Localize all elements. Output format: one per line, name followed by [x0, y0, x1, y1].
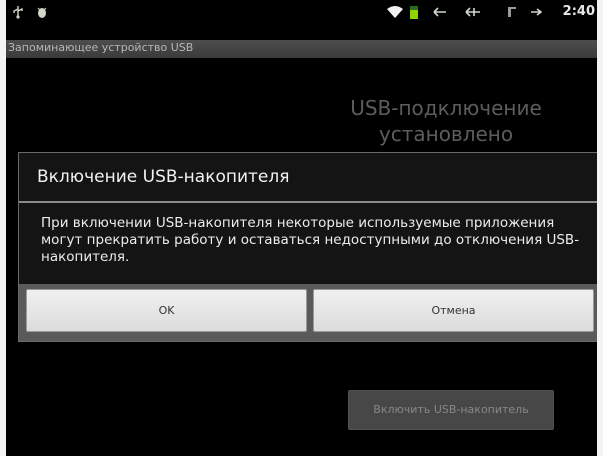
device-screen: 2:40 Запоминающее устройство USB USB-под…: [6, 0, 597, 456]
bug-icon: [37, 7, 47, 18]
cancel-button[interactable]: Отмена: [313, 289, 594, 332]
arrow-right-icon: [531, 8, 542, 16]
signal-icon: [508, 7, 516, 17]
arrow-left-icon: [433, 7, 446, 17]
wifi-icon: [387, 6, 403, 18]
status-bar: 2:40: [6, 0, 597, 24]
clock: 2:40: [562, 4, 595, 19]
usb-icon: [13, 6, 23, 19]
arrow-double-icon: [465, 7, 480, 17]
dialog-button-bar: OK Отмена: [19, 284, 597, 341]
title-bar: Запоминающее устройство USB: [6, 40, 597, 58]
battery-icon: [410, 6, 418, 19]
enable-usb-dialog: Включение USB-накопителя При включении U…: [18, 152, 597, 342]
dialog-title: Включение USB-накопителя: [37, 167, 290, 187]
ok-button[interactable]: OK: [26, 289, 307, 332]
dialog-message: При включении USB-накопителя некоторые и…: [41, 215, 580, 265]
dialog-divider: [19, 201, 597, 203]
window-title: Запоминающее устройство USB: [8, 41, 194, 54]
